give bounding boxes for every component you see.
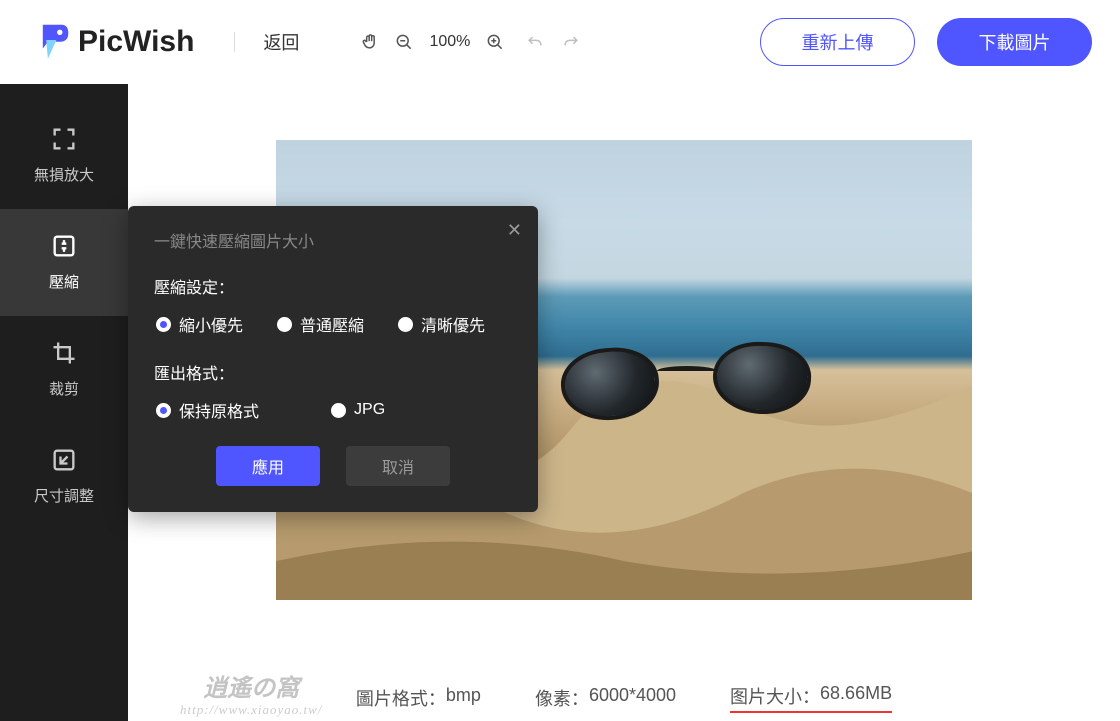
info-size-label: 图片大小：	[730, 683, 820, 709]
radio-label: 普通壓縮	[300, 312, 364, 336]
radio-label: JPG	[354, 401, 385, 419]
sidebar-item-label: 裁剪	[49, 378, 79, 399]
sidebar-item-compress[interactable]: 壓縮	[0, 209, 128, 316]
redo-icon[interactable]	[560, 31, 582, 53]
compress-dialog: ✕ 一鍵快速壓縮圖片大小 壓縮設定： 縮小優先 普通壓縮 清晰優先 匯出格式： …	[128, 206, 538, 512]
dialog-title: 一鍵快速壓縮圖片大小	[154, 228, 512, 252]
export-format-label: 匯出格式：	[154, 360, 512, 384]
brand-mark-icon	[36, 23, 70, 61]
resize-icon	[49, 445, 79, 475]
info-format-value: bmp	[446, 685, 481, 711]
sidebar-item-upscale[interactable]: 無損放大	[0, 102, 128, 209]
view-tools: 100%	[359, 31, 506, 53]
undo-icon[interactable]	[524, 31, 546, 53]
compress-options: 縮小優先 普通壓縮 清晰優先	[154, 312, 512, 336]
info-size-value: 68.66MB	[820, 683, 892, 709]
radio-icon	[277, 317, 292, 332]
close-icon[interactable]: ✕	[507, 220, 522, 241]
sunglasses	[561, 342, 811, 432]
header: PicWish 返回 100%	[0, 0, 1120, 84]
brand-logo[interactable]: PicWish	[36, 23, 194, 61]
radio-icon	[156, 403, 171, 418]
sidebar-item-label: 無損放大	[34, 164, 94, 185]
apply-button[interactable]: 應用	[216, 446, 320, 486]
sidebar-item-resize[interactable]: 尺寸調整	[0, 423, 128, 530]
format-options: 保持原格式 JPG	[154, 398, 512, 422]
info-format: 圖片格式： bmp	[356, 685, 481, 711]
radio-label: 清晰優先	[421, 312, 485, 336]
header-actions: 重新上傳 下載圖片	[760, 18, 1092, 66]
radio-normal-compress[interactable]: 普通壓縮	[277, 312, 364, 336]
sidebar: 無損放大 壓縮 裁剪	[0, 84, 128, 721]
info-pixels: 像素： 6000*4000	[535, 685, 676, 711]
expand-icon	[49, 124, 79, 154]
radio-shrink-priority[interactable]: 縮小優先	[156, 312, 243, 336]
brand-name: PicWish	[78, 25, 194, 59]
radio-icon	[398, 317, 413, 332]
sidebar-item-crop[interactable]: 裁剪	[0, 316, 128, 423]
image-info-bar: 圖片格式： bmp 像素： 6000*4000 图片大小： 68.66MB	[128, 683, 1120, 713]
compress-icon	[49, 231, 79, 261]
cancel-button[interactable]: 取消	[346, 446, 450, 486]
zoom-out-icon[interactable]	[393, 31, 415, 53]
dialog-actions: 應用 取消	[154, 446, 512, 486]
info-size: 图片大小： 68.66MB	[730, 683, 892, 713]
radio-keep-format[interactable]: 保持原格式	[156, 398, 259, 422]
info-pixels-value: 6000*4000	[589, 685, 676, 711]
radio-icon	[156, 317, 171, 332]
radio-label: 縮小優先	[179, 312, 243, 336]
radio-label: 保持原格式	[179, 398, 259, 422]
divider	[234, 32, 235, 52]
radio-jpg[interactable]: JPG	[331, 398, 385, 422]
zoom-in-icon[interactable]	[484, 31, 506, 53]
history-tools	[524, 31, 582, 53]
reupload-button[interactable]: 重新上傳	[760, 18, 915, 66]
hand-icon[interactable]	[359, 31, 381, 53]
zoom-level: 100%	[427, 33, 472, 51]
info-pixels-label: 像素：	[535, 685, 589, 711]
info-format-label: 圖片格式：	[356, 685, 446, 711]
download-button[interactable]: 下載圖片	[937, 18, 1092, 66]
sidebar-item-label: 尺寸調整	[34, 485, 94, 506]
compress-settings-label: 壓縮設定：	[154, 274, 512, 298]
crop-icon	[49, 338, 79, 368]
back-link[interactable]: 返回	[263, 29, 299, 55]
sidebar-item-label: 壓縮	[49, 271, 79, 292]
radio-icon	[331, 403, 346, 418]
radio-clarity-priority[interactable]: 清晰優先	[398, 312, 485, 336]
